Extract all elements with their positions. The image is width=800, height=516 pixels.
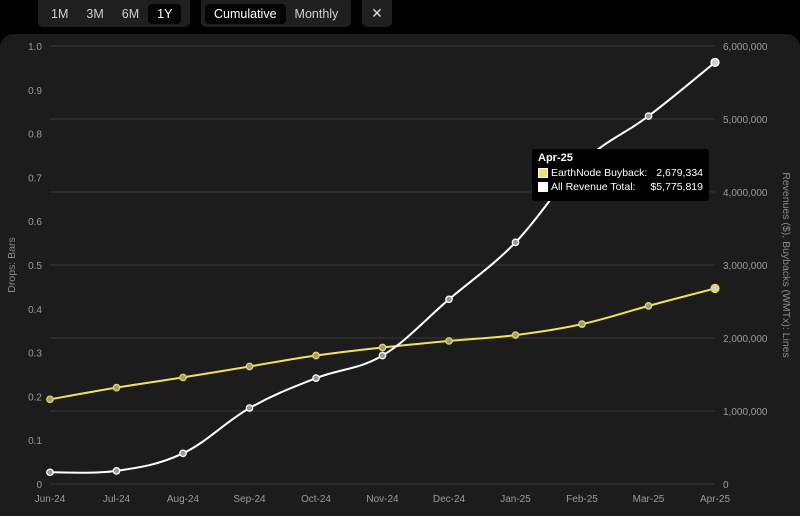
all-revenue-total-point	[46, 468, 54, 477]
earthnode-buyback-point	[179, 373, 187, 382]
x-tick-label: Aug-24	[167, 494, 200, 505]
all-revenue-total-point	[378, 351, 387, 360]
right-tick-label: 2,000,000	[723, 334, 768, 345]
earthnode-buyback-point	[710, 283, 720, 294]
left-tick-label: 0.2	[28, 392, 42, 403]
left-tick-label: 0.8	[28, 130, 42, 141]
left-tick-label: 0.7	[28, 173, 42, 184]
left-tick-label: 0.6	[28, 217, 42, 228]
tooltip-value: $5,775,819	[650, 181, 703, 193]
left-tick-label: 0.9	[28, 86, 42, 97]
x-tick-label: Feb-25	[566, 494, 598, 505]
tooltip-label: EarthNode Buyback:	[551, 167, 648, 179]
revenue-swatch	[538, 182, 548, 192]
all-revenue-total-point	[312, 374, 320, 382]
all-revenue-total-point	[511, 238, 520, 247]
earthnode-buyback-point	[511, 331, 520, 339]
left-axis-title: Drops: Bars	[6, 237, 18, 292]
left-tick-label: 0.3	[28, 349, 42, 360]
all-revenue-total-point	[245, 404, 254, 412]
right-tick-label: 3,000,000	[723, 261, 768, 272]
left-tick-label: 0.4	[28, 305, 42, 316]
earthnode-buyback-point	[46, 395, 54, 404]
earthnode-buyback-point	[112, 383, 121, 392]
x-tick-label: Sep-24	[233, 494, 266, 505]
x-tick-label: Apr-25	[700, 494, 730, 505]
all-revenue-total-point	[710, 57, 720, 68]
earthnode-buyback-point	[644, 302, 653, 310]
earthnode-buyback-point	[245, 362, 254, 371]
tooltip-value: 2,679,334	[656, 167, 703, 179]
tooltip-label: All Revenue Total:	[551, 181, 636, 193]
x-tick-label: Mar-25	[633, 494, 665, 505]
earthnode-buyback-point	[378, 343, 387, 352]
all-revenue-total-point	[644, 112, 653, 120]
left-tick-label: 0	[36, 480, 42, 491]
tooltip-row-revenue: All Revenue Total: $5,775,819	[538, 180, 703, 194]
right-tick-label: 5,000,000	[723, 115, 768, 126]
earthnode-buyback-point	[445, 337, 453, 345]
right-tick-label: 4,000,000	[723, 188, 768, 199]
x-tick-label: Oct-24	[301, 494, 331, 505]
x-tick-label: Dec-24	[433, 494, 466, 505]
all-revenue-total-point	[445, 295, 453, 304]
right-tick-label: 0	[723, 480, 729, 491]
right-axis-title: Revenues ($), Buybacks (WMTx): Lines	[780, 172, 792, 358]
chart-tooltip: Apr-25 EarthNode Buyback: 2,679,334 All …	[532, 149, 709, 201]
x-tick-label: Jul-24	[103, 494, 131, 505]
right-tick-label: 1,000,000	[723, 407, 768, 418]
left-tick-label: 0.5	[28, 261, 42, 272]
all-revenue-total-point	[179, 449, 187, 458]
chart: 0 1,000,000 2,000,000 3,000,000 4,000,000 5,0…	[6, 42, 792, 505]
x-tick-label: Jun-24	[35, 494, 66, 505]
x-tick-label: Nov-24	[366, 494, 399, 505]
all-revenue-total-point	[112, 467, 121, 475]
right-tick-label: 6,000,000	[723, 42, 768, 53]
tooltip-row-buyback: EarthNode Buyback: 2,679,334	[538, 166, 703, 180]
earthnode-buyback-point	[312, 351, 320, 360]
earthnode-buyback-point	[578, 320, 586, 328]
tooltip-title: Apr-25	[538, 152, 573, 164]
left-tick-label: 1.0	[28, 42, 42, 53]
buyback-swatch	[538, 168, 548, 178]
x-tick-label: Jan-25	[500, 494, 531, 505]
left-tick-label: 0.1	[28, 436, 42, 447]
